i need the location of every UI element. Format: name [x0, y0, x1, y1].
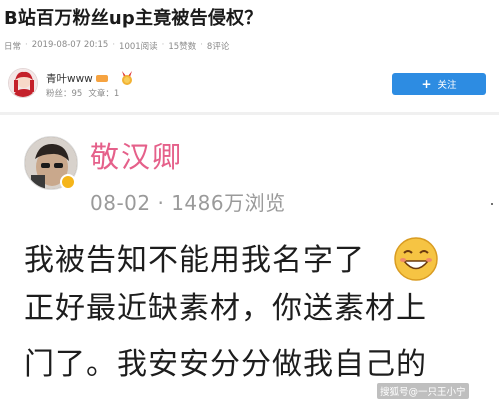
watermark: 搜狐号@一只王小宁 [377, 383, 469, 399]
plus-icon: + [421, 77, 432, 91]
meta-separator: · [161, 40, 165, 50]
medal-icon [121, 71, 132, 85]
author-stats: 粉丝：95 文章：1 [46, 87, 119, 99]
post-text-line: 正好最近缺素材，你送素材上 [24, 291, 427, 326]
post-meta: 08-02 · 1486万浏览 [90, 191, 286, 215]
meta-reads: 1001阅读 [119, 42, 158, 52]
meta-channel[interactable]: 日常 [4, 40, 21, 52]
article-meta: 日常 · 2019-08-07 20:15 · 1001阅读 · 15赞数 · … [4, 40, 229, 52]
grinning-emoji-icon [394, 237, 438, 281]
meta-comments[interactable]: 8评论 [207, 40, 229, 52]
level-badge-icon [95, 74, 108, 82]
meta-date: 2019-08-07 20:15 [31, 40, 109, 50]
article-title: B站百万粉丝up主竟被告侵权？ [4, 8, 263, 29]
author-name[interactable]: 青叶www [46, 71, 93, 86]
follow-button[interactable]: + 关注 [392, 73, 486, 95]
meta-separator: · [200, 40, 203, 50]
author-articles: 文章：1 [88, 89, 120, 99]
post-username: 敬汉卿 [90, 140, 184, 174]
meta-likes: 15赞数 [168, 42, 197, 52]
meta-separator: · [25, 40, 28, 50]
author-avatar[interactable] [8, 68, 38, 98]
dot [491, 203, 493, 205]
author-fans: 粉丝：95 [46, 89, 83, 99]
verified-badge-icon [60, 174, 76, 190]
post-text-line: 门了。我安安分分做我自己的 [24, 347, 427, 382]
meta-separator: · [112, 40, 116, 50]
follow-label: 关注 [437, 80, 457, 91]
author-name-row: 青叶www [46, 70, 135, 86]
post-text-line: 我被告知不能用我名字了 [24, 243, 365, 278]
